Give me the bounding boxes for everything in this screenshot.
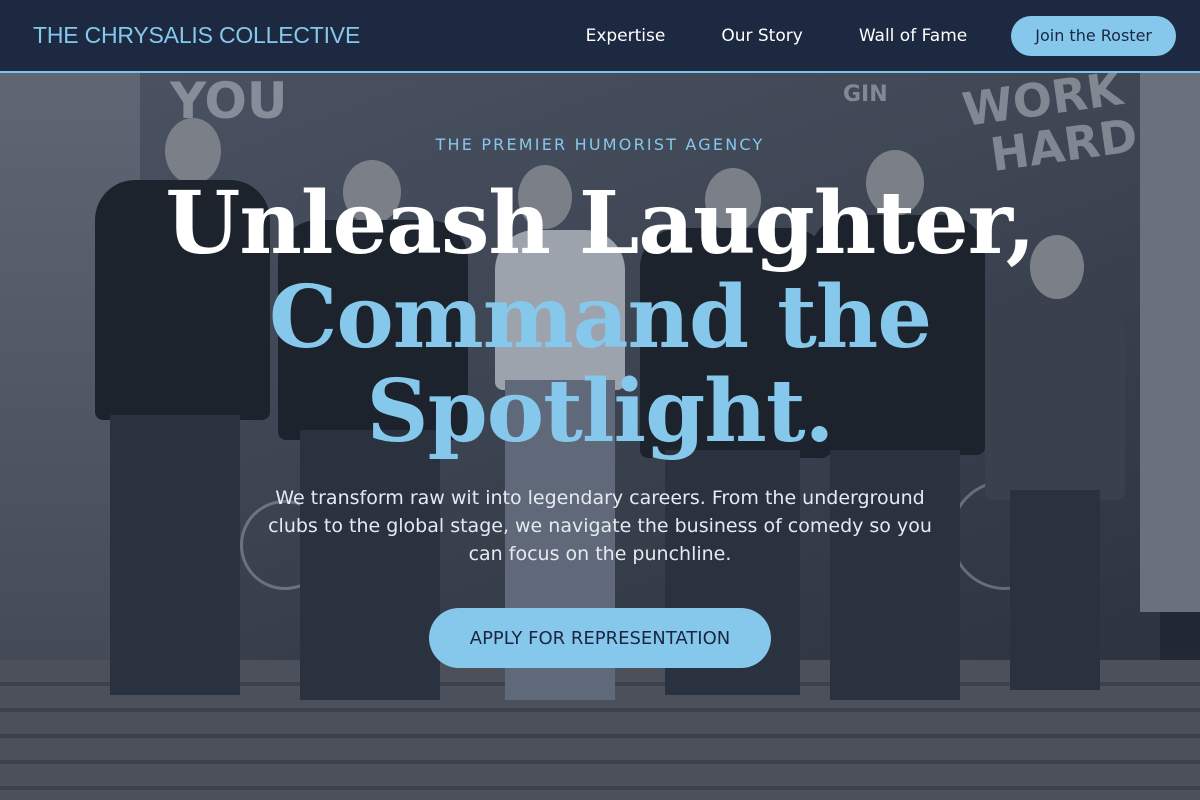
headline-line-2: Command the (268, 267, 932, 368)
headline-line-3: Spotlight. (366, 361, 835, 462)
nav-link-wall-of-fame[interactable]: Wall of Fame (859, 26, 967, 46)
brand-logo[interactable]: THE CHRYSALIS COLLECTIVE (33, 22, 360, 49)
hero-headline: Unleash Laughter, Command the Spotlight. (0, 177, 1200, 459)
join-roster-button[interactable]: Join the Roster (1011, 15, 1176, 56)
top-navbar: THE CHRYSALIS COLLECTIVE Expertise Our S… (0, 0, 1200, 73)
apply-representation-button[interactable]: APPLY FOR REPRESENTATION (429, 608, 771, 668)
hero-eyebrow: THE PREMIER HUMORIST AGENCY (435, 135, 765, 154)
nav-link-expertise[interactable]: Expertise (586, 26, 666, 46)
nav-links: Expertise Our Story Wall of Fame Join th… (586, 15, 1176, 56)
hero-section: THE PREMIER HUMORIST AGENCY Unleash Laug… (0, 73, 1200, 800)
hero-subtext: We transform raw wit into legendary care… (268, 487, 932, 565)
headline-line-1: Unleash Laughter, (165, 173, 1035, 274)
nav-link-our-story[interactable]: Our Story (721, 26, 802, 46)
